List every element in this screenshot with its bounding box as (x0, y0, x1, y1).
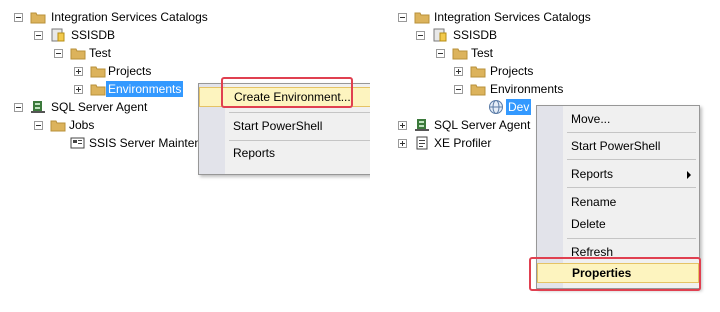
menu-item-reports[interactable]: Reports (537, 164, 699, 184)
folder-icon (30, 10, 46, 24)
menu-separator (567, 187, 696, 188)
collapse-icon[interactable] (14, 103, 23, 112)
menu-separator (567, 132, 696, 133)
tree-node-catalogs[interactable]: Integration Services Catalogs (392, 8, 692, 26)
left-object-explorer: Integration Services Catalogs SSISDB Tes… (0, 0, 370, 312)
collapse-icon[interactable] (416, 31, 425, 40)
tree-label: Integration Services Catalogs (51, 10, 208, 24)
database-icon (432, 28, 448, 42)
collapse-icon[interactable] (398, 13, 407, 22)
tree-label: SQL Server Agent (51, 100, 148, 114)
tree-label: SSIS Server Maintena (89, 136, 208, 150)
menu-item-delete[interactable]: Delete (537, 214, 699, 234)
tree-label: SQL Server Agent (434, 118, 531, 132)
menu-item-start-powershell[interactable]: Start PowerShell (199, 116, 370, 136)
menu-separator (567, 238, 696, 239)
collapse-icon[interactable] (54, 49, 63, 58)
collapse-icon[interactable] (454, 85, 463, 94)
tree-node-test[interactable]: Test (392, 44, 692, 62)
tree-label: SSISDB (71, 28, 116, 42)
agent-icon (30, 100, 46, 114)
tree-label: Environments (490, 82, 564, 96)
expand-icon[interactable] (398, 139, 407, 148)
tree-label: Test (471, 46, 494, 60)
highlight-box (221, 77, 353, 108)
tree-label: Projects (490, 64, 534, 78)
job-icon (70, 136, 86, 150)
menu-item-start-powershell[interactable]: Start PowerShell (537, 136, 699, 156)
profiler-icon (414, 136, 430, 150)
tree-node-test[interactable]: Test (0, 44, 260, 62)
expand-icon[interactable] (74, 67, 83, 76)
expand-icon[interactable] (398, 121, 407, 130)
menu-separator (229, 140, 370, 141)
collapse-icon[interactable] (34, 31, 43, 40)
tree-label: Jobs (69, 118, 95, 132)
folder-icon (470, 82, 486, 96)
collapse-icon[interactable] (14, 13, 23, 22)
tree-label: XE Profiler (434, 136, 492, 150)
folder-icon (452, 46, 468, 60)
submenu-arrow-icon (687, 171, 691, 179)
tree-node-catalogs[interactable]: Integration Services Catalogs (0, 8, 260, 26)
tree-label: SSISDB (453, 28, 498, 42)
menu-separator (567, 159, 696, 160)
tree-label: Projects (108, 64, 152, 78)
menu-item-move[interactable]: Move... (537, 109, 699, 129)
menu-separator (229, 112, 370, 113)
menu-item-rename[interactable]: Rename (537, 192, 699, 212)
folder-icon (90, 64, 106, 78)
expand-icon[interactable] (454, 67, 463, 76)
tree-label-selected: Environments (106, 81, 184, 97)
database-icon (50, 28, 66, 42)
highlight-box (529, 257, 701, 291)
folder-icon (90, 82, 106, 96)
collapse-icon[interactable] (34, 121, 43, 130)
tree-node-projects[interactable]: Projects (392, 62, 692, 80)
tree-node-environments[interactable]: Environments (392, 80, 692, 98)
folder-icon (50, 118, 66, 132)
tree-label: Test (89, 46, 112, 60)
expand-icon[interactable] (74, 85, 83, 94)
right-object-explorer: Integration Services Catalogs SSISDB Tes… (392, 0, 720, 312)
agent-icon (414, 118, 430, 132)
menu-item-reports[interactable]: Reports (199, 143, 370, 163)
globe-icon (488, 99, 504, 114)
tree-label: Integration Services Catalogs (434, 10, 591, 24)
collapse-icon[interactable] (436, 49, 445, 58)
tree-node-ssisdb[interactable]: SSISDB (0, 26, 260, 44)
tree-label-selected: Dev (506, 99, 532, 115)
folder-icon (470, 64, 486, 78)
folder-icon (70, 46, 86, 60)
tree-node-ssisdb[interactable]: SSISDB (392, 26, 692, 44)
menu-item-label: Reports (571, 167, 614, 181)
folder-icon (414, 10, 430, 24)
